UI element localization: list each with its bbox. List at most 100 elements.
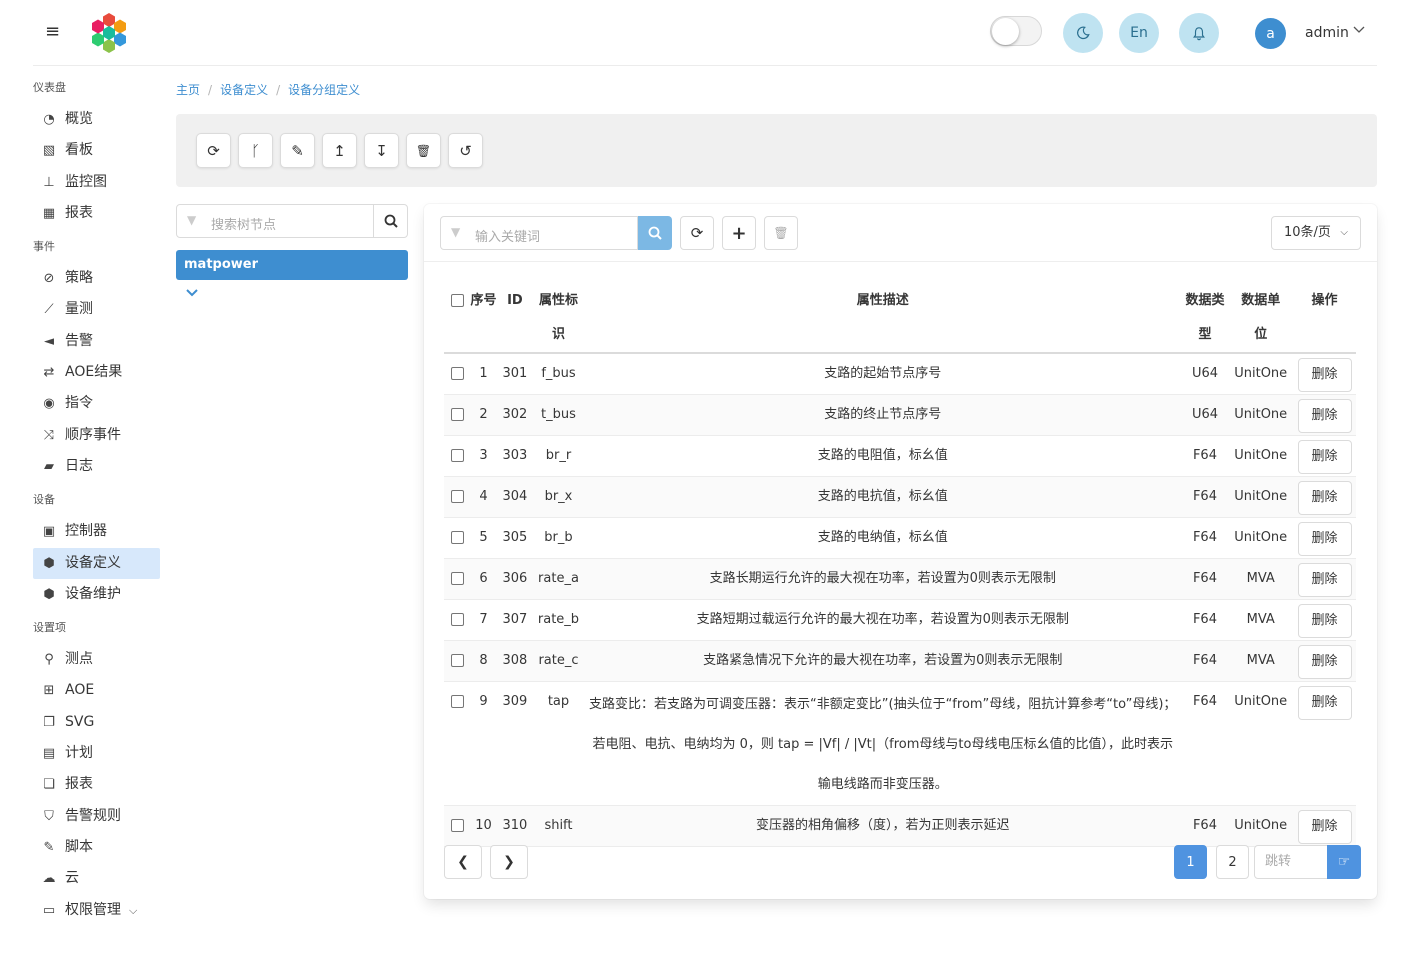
sidebar-item[interactable]: ✎ 脚本 [33, 832, 160, 863]
edit-button[interactable]: ✎ [280, 133, 315, 168]
sidebar-item[interactable]: ☁ 云 [33, 863, 160, 894]
theme-toggle[interactable] [990, 16, 1042, 46]
branch-button[interactable]: ᚴ [238, 133, 273, 168]
sidebar-item[interactable]: ◄ 告警 [33, 326, 160, 357]
tree-node-root[interactable]: matpower [176, 250, 408, 280]
page-size-select[interactable]: 10条/页 ⌵ [1271, 216, 1361, 250]
export-button[interactable]: ↧ [364, 133, 399, 168]
cube-icon: ⬢ [43, 555, 55, 571]
sidebar-item[interactable]: ◔ 概览 [33, 104, 160, 135]
page-jump-input[interactable]: 跳转 [1254, 845, 1328, 879]
keyword-input[interactable]: ▼ 输入关键词 [440, 216, 638, 250]
sidebar-item[interactable]: ▰ 日志 [33, 451, 160, 482]
username[interactable]: admin [1305, 25, 1349, 41]
sidebar-item[interactable]: ⬢ 设备维护 [33, 579, 160, 610]
row-checkbox[interactable] [450, 449, 464, 462]
notification-button[interactable] [1179, 13, 1219, 53]
refresh-button[interactable]: ⟳ [196, 133, 231, 168]
delete-button[interactable]: 🗑 [406, 133, 441, 168]
keyword-search-button[interactable] [638, 216, 672, 250]
row-delete-button[interactable]: 删除 [1297, 563, 1352, 597]
select-all-checkbox[interactable] [450, 294, 464, 307]
sidebar-item[interactable]: ⛉ 告警规则 [33, 801, 160, 832]
tree-search-input[interactable]: 搜索树节点 [211, 214, 276, 233]
row-delete-button[interactable]: 删除 [1297, 686, 1352, 720]
clone-icon: ❐ [43, 714, 55, 730]
breadcrumb-device-definition[interactable]: 设备定义 [220, 83, 268, 97]
cell-no: 8 [470, 640, 497, 682]
next-page-button[interactable]: ❯ [490, 845, 528, 879]
row-delete-button[interactable]: 删除 [1297, 645, 1352, 679]
sidebar-item[interactable]: ⤨ 顺序事件 [33, 420, 160, 451]
row-select-cell [444, 599, 471, 641]
page-jump-button[interactable]: ☞ [1327, 845, 1361, 879]
sidebar-item[interactable]: ▣ 控制器 [33, 516, 160, 547]
sidebar-item[interactable]: ⚲ 测点 [33, 644, 160, 675]
avatar[interactable]: a [1255, 18, 1286, 49]
sidebar-item[interactable]: ⊞ AOE [33, 675, 160, 706]
language-button[interactable]: En [1119, 13, 1159, 53]
row-checkbox[interactable] [450, 572, 464, 585]
row-delete-button[interactable]: 删除 [1297, 358, 1352, 392]
cell-desc: 支路的起始节点序号 [583, 353, 1182, 395]
delete-selected-button[interactable]: 🗑 [764, 216, 798, 250]
import-button[interactable]: ↥ [322, 133, 357, 168]
cell-actions: 删除 [1293, 394, 1356, 436]
undo-icon: ↺ [459, 141, 472, 160]
sidebar-item[interactable]: ⊥ 监控图 [33, 167, 160, 198]
row-delete-button[interactable]: 删除 [1297, 810, 1352, 844]
col-header-no: 序号 [470, 284, 497, 354]
sidebar-item[interactable]: ⊘ 策略 [33, 263, 160, 294]
row-checkbox[interactable] [450, 695, 464, 708]
col-header-id: ID [496, 284, 534, 354]
table-refresh-button[interactable]: ⟳ [680, 216, 714, 250]
sidebar-item[interactable]: ⬢ 设备定义 [33, 547, 160, 579]
cell-unit: UnitOne [1228, 435, 1294, 477]
sync-icon: ⟳ [207, 141, 220, 160]
sidebar-item[interactable]: ⇄ AOE结果 [33, 357, 160, 388]
cell-unit: MVA [1228, 640, 1294, 682]
cell-desc: 支路长期运行允许的最大视在功率，若设置为0则表示无限制 [583, 558, 1182, 600]
row-delete-button[interactable]: 删除 [1297, 481, 1352, 515]
sidebar-item[interactable]: ❐ SVG [33, 707, 160, 738]
row-checkbox[interactable] [450, 490, 464, 503]
chevron-down-icon[interactable] [185, 286, 199, 302]
cell-type: F64 [1181, 640, 1229, 682]
sidebar-item[interactable]: ▭ 权限管理 ⌵ [33, 895, 160, 926]
row-select-cell [444, 517, 471, 559]
table-row: 2 302 t_bus 支路的终止节点序号 U64 UnitOne 删除 [444, 394, 1356, 436]
row-delete-button[interactable]: 删除 [1297, 604, 1352, 638]
page-1-button[interactable]: 1 [1174, 845, 1207, 879]
row-delete-button[interactable]: 删除 [1297, 522, 1352, 556]
sidebar-item[interactable]: ▦ 报表 [33, 198, 160, 229]
page-2-button[interactable]: 2 [1216, 845, 1249, 879]
cell-actions: 删除 [1293, 353, 1356, 395]
sidebar-item-label: 云 [65, 870, 79, 887]
cell-desc: 支路紧急情况下允许的最大视在功率，若设置为0则表示无限制 [583, 640, 1182, 682]
breadcrumb-home[interactable]: 主页 [176, 83, 200, 97]
row-checkbox[interactable] [450, 613, 464, 626]
prev-page-button[interactable]: ❮ [444, 845, 482, 879]
hamburger-icon[interactable]: ≡ [45, 22, 61, 42]
row-checkbox[interactable] [450, 367, 464, 380]
cell-key: br_x [533, 476, 584, 518]
book-icon: ▰ [44, 458, 54, 474]
row-delete-button[interactable]: 删除 [1297, 440, 1352, 474]
row-checkbox[interactable] [450, 819, 464, 832]
dark-mode-button[interactable] [1063, 13, 1103, 53]
add-row-button[interactable]: + [722, 216, 756, 250]
row-checkbox[interactable] [450, 408, 464, 421]
tree-search-button[interactable] [373, 205, 407, 237]
sidebar-item[interactable]: ⟋ 量测 [33, 294, 160, 325]
chevron-down-icon[interactable] [1352, 22, 1366, 39]
breadcrumb: 主页 / 设备定义 / 设备分组定义 [176, 81, 360, 98]
sidebar-item[interactable]: ▧ 看板 [33, 135, 160, 166]
sidebar-item[interactable]: ▤ 计划 [33, 738, 160, 769]
cell-no: 3 [470, 435, 497, 477]
row-delete-button[interactable]: 删除 [1297, 399, 1352, 433]
sidebar-item[interactable]: ❏ 报表 [33, 769, 160, 800]
sidebar-item[interactable]: ◉ 指令 [33, 388, 160, 419]
row-checkbox[interactable] [450, 654, 464, 667]
undo-button[interactable]: ↺ [448, 133, 483, 168]
row-checkbox[interactable] [450, 531, 464, 544]
